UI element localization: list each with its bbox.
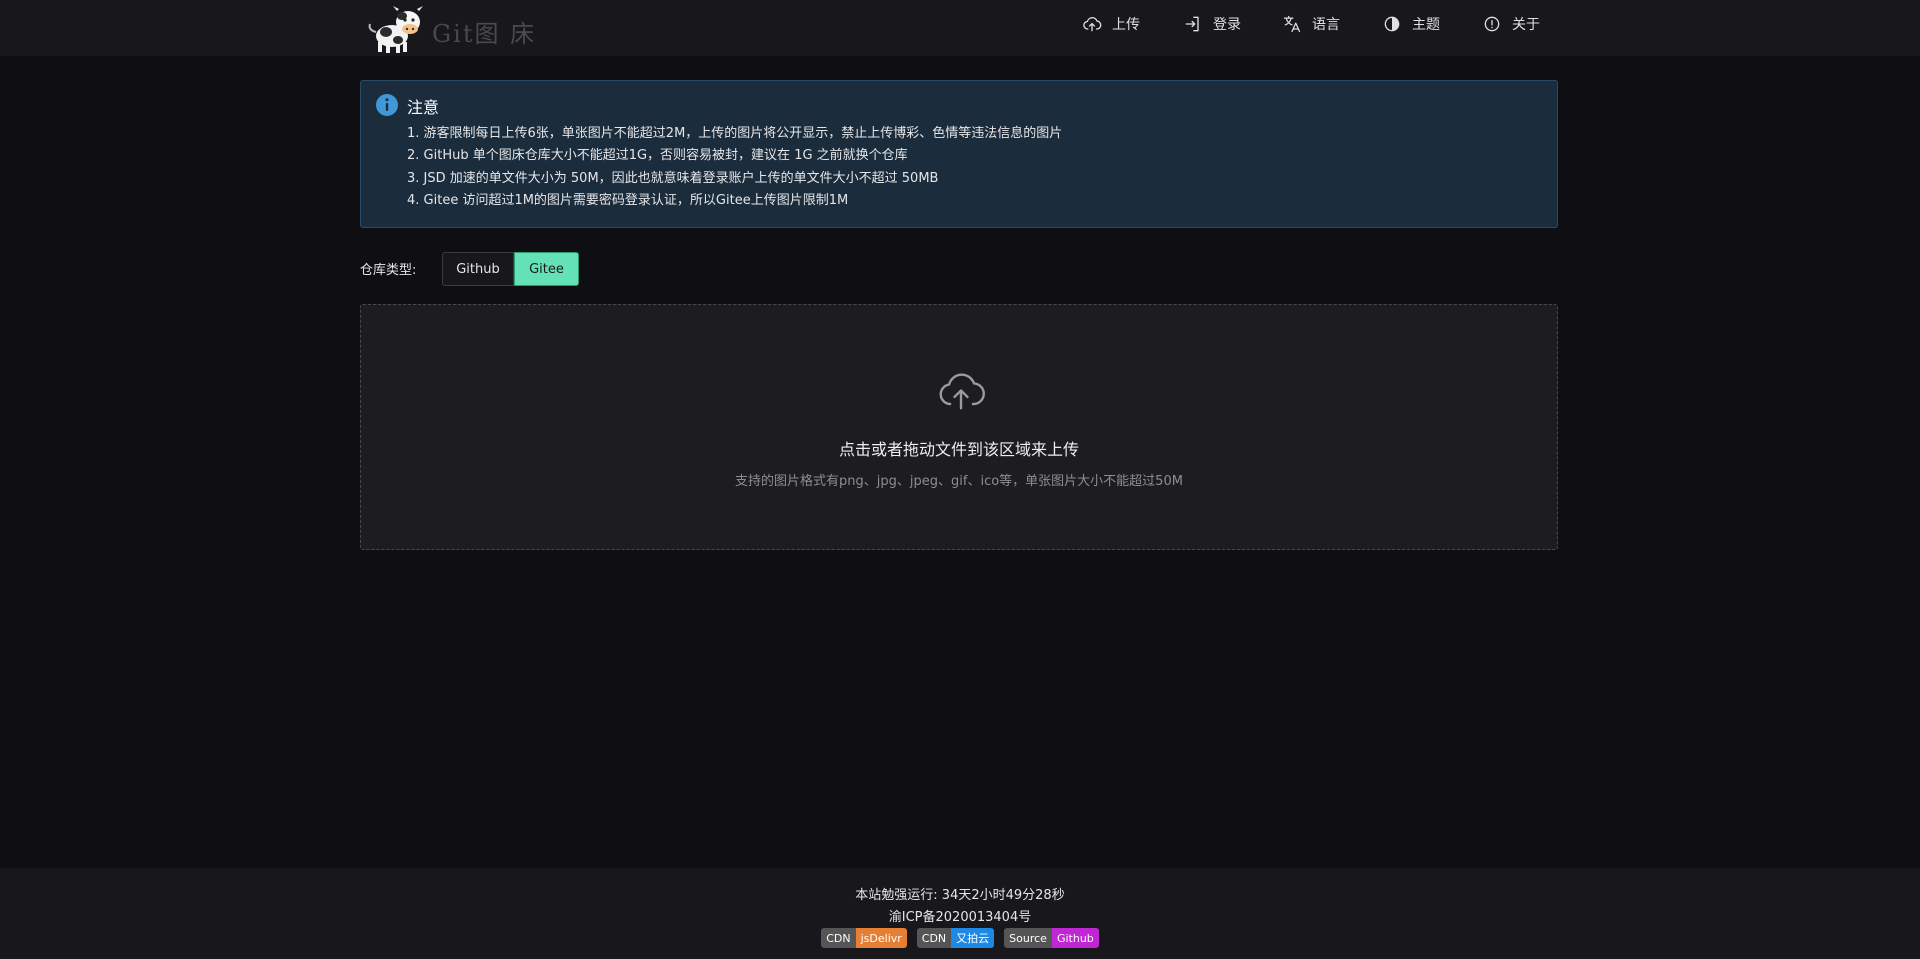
repo-option-gitee[interactable]: Gitee xyxy=(514,252,579,286)
badge-label: Source xyxy=(1004,928,1052,948)
notice-list: 1. 游客限制每日上传6张，单张图片不能超过2M，上传的图片将公开显示，禁止上传… xyxy=(407,123,1062,213)
notice-item: 1. 游客限制每日上传6张，单张图片不能超过2M，上传的图片将公开显示，禁止上传… xyxy=(407,126,1063,141)
badge-cdn-upyun[interactable]: CDN 又拍云 xyxy=(916,928,995,948)
notice-item: 3. JSD 加速的单文件大小为 50M，因此也就意味着登录账户上传的单文件大小… xyxy=(407,170,939,186)
nav-upload-label: 上传 xyxy=(1112,17,1140,33)
badge-label: CDN xyxy=(916,928,952,948)
notice-item: 4. Gitee 访问超过1M的图片需要密码登录认证，所以Gitee上传图片限制… xyxy=(407,193,849,209)
badge-row: CDN jsDelivr CDN 又拍云 Source Github xyxy=(0,928,1920,948)
info-circle-icon xyxy=(1484,16,1500,32)
info-icon xyxy=(376,94,398,116)
upload-title: 点击或者拖动文件到该区域来上传 xyxy=(838,440,1079,459)
badge-value: 又拍云 xyxy=(951,928,995,948)
badge-label: CDN xyxy=(821,928,856,948)
translate-icon xyxy=(1283,15,1301,33)
nav-login-label: 登录 xyxy=(1213,17,1241,33)
repo-option-github[interactable]: Github xyxy=(442,252,514,286)
site-footer: 本站勉强运行: 34天2小时49分28秒 渝ICP备2020013404号 CD… xyxy=(0,868,1920,959)
top-header: Git图 床 上传 登录 语言 主题 关于 xyxy=(0,0,1920,56)
cloud-upload-icon xyxy=(1083,17,1102,32)
site-logo[interactable]: Git图 床 xyxy=(362,2,542,54)
cow-logo-icon xyxy=(368,6,423,53)
notice-alert: 注意 1. 游客限制每日上传6张，单张图片不能超过2M，上传的图片将公开显示，禁… xyxy=(360,80,1558,228)
nav-about-label: 关于 xyxy=(1512,17,1540,33)
nav-theme-label: 主题 xyxy=(1412,17,1440,33)
upload-dropzone[interactable]: 点击或者拖动文件到该区域来上传 支持的图片格式有png、jpg、jpeg、gif… xyxy=(360,304,1558,550)
notice-item: 2. GitHub 单个图床仓库大小不能超过1G，否则容易被封，建议在 1G 之… xyxy=(407,148,908,164)
repo-type-selector: Github Gitee xyxy=(442,252,579,286)
nav-login[interactable]: 登录 xyxy=(1183,12,1241,36)
contrast-icon xyxy=(1384,16,1400,32)
nav-about[interactable]: 关于 xyxy=(1482,12,1540,36)
badge-value: jsDelivr xyxy=(855,928,907,948)
runtime-text: 本站勉强运行: 34天2小时49分28秒 xyxy=(855,888,1065,903)
badge-source-github[interactable]: Source Github xyxy=(1004,928,1099,948)
nav-language-label: 语言 xyxy=(1312,17,1340,33)
cloud-upload-icon xyxy=(939,373,985,410)
badge-value: Github xyxy=(1051,928,1099,948)
login-icon xyxy=(1185,16,1199,32)
repo-type-label: 仓库类型: xyxy=(360,263,417,278)
nav-theme[interactable]: 主题 xyxy=(1382,12,1440,36)
logo-text: Git图 床 xyxy=(432,19,537,48)
icp-link[interactable]: 渝ICP备2020013404号 xyxy=(0,906,1920,925)
nav-upload[interactable]: 上传 xyxy=(1082,12,1140,36)
notice-title: 注意 xyxy=(407,98,440,117)
nav-language[interactable]: 语言 xyxy=(1282,12,1340,36)
badge-cdn-jsdelivr[interactable]: CDN jsDelivr xyxy=(821,928,907,948)
upload-hint: 支持的图片格式有png、jpg、jpeg、gif、ico等，单张图片大小不能超过… xyxy=(735,474,1183,489)
